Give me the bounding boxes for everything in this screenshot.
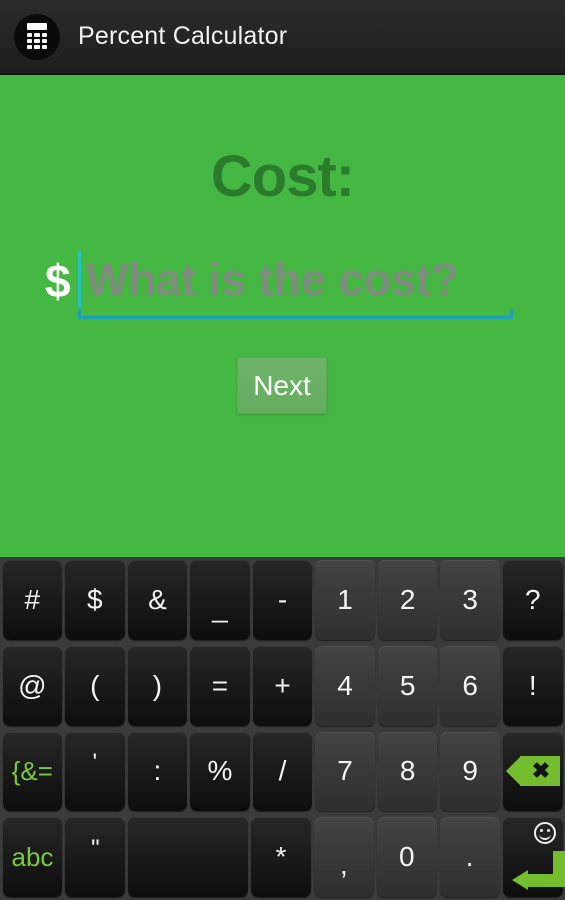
key-hyphen[interactable]: - — [252, 560, 313, 640]
key-label: 7 — [337, 755, 353, 787]
key-label: . — [465, 841, 474, 873]
key-label: 2 — [399, 583, 416, 615]
key-1[interactable]: 1 — [315, 560, 375, 640]
key-label: , — [340, 849, 348, 881]
key-label: - — [277, 583, 288, 615]
key-asterisk[interactable]: * — [251, 817, 311, 897]
key-symbols-page[interactable]: {&= — [2, 731, 63, 812]
key-5[interactable]: 5 — [377, 645, 438, 726]
emoji-icon[interactable] — [533, 822, 556, 845]
key-label: 4 — [337, 669, 353, 701]
keyboard-row: @ () = +4 5 6! — [0, 643, 565, 729]
key-label: 9 — [462, 755, 478, 787]
key-enter[interactable] — [502, 817, 565, 897]
enter-icon — [511, 851, 565, 890]
key-8[interactable]: 8 — [377, 731, 438, 812]
on-screen-keyboard: # $ & _ - 1 2 3? @ () = +4 5 6! {&= ':% / 7 8 9 ✖ abc " *, 0. — [0, 557, 565, 900]
key-label: = — [211, 669, 229, 701]
key-comma[interactable]: , — [313, 817, 374, 897]
title-bar: Percent Calculator — [0, 0, 565, 75]
keyboard-row: abc " *, 0. — [0, 814, 565, 900]
key-exclamation[interactable]: ! — [503, 645, 563, 726]
key-2[interactable]: 2 — [377, 560, 438, 640]
key-label: abc — [11, 841, 54, 872]
key-period[interactable]: . — [439, 817, 500, 897]
key-apostrophe[interactable]: ' — [65, 731, 125, 812]
key-label: * — [275, 841, 287, 873]
key-abc-page[interactable]: abc — [2, 817, 63, 897]
cost-input[interactable]: What is the cost? — [78, 247, 513, 319]
key-space[interactable] — [128, 817, 249, 897]
text-caret — [78, 251, 81, 307]
key-ampersand[interactable]: & — [127, 560, 188, 640]
key-plus[interactable]: + — [252, 645, 313, 726]
input-underline — [78, 309, 513, 319]
key-3[interactable]: 3 — [440, 560, 500, 640]
app-screen: Percent Calculator Cost: $ What is the c… — [0, 0, 565, 900]
key-hash[interactable]: # — [2, 560, 63, 640]
key-label: & — [148, 583, 167, 615]
key-label: 3 — [462, 583, 478, 615]
key-4[interactable]: 4 — [315, 645, 375, 726]
key-label: ! — [528, 669, 537, 701]
key-label: ' — [92, 749, 98, 777]
calculator-icon — [14, 13, 60, 60]
key-quote[interactable]: " — [65, 817, 126, 897]
key-label: ) — [152, 669, 163, 701]
key-label: 6 — [462, 669, 478, 701]
key-label: 0 — [399, 841, 415, 873]
key-label: 1 — [337, 583, 353, 615]
key-label: {&= — [11, 755, 53, 786]
key-label: ? — [524, 583, 541, 615]
key-at[interactable]: @ — [2, 645, 63, 726]
key-dollar[interactable]: $ — [65, 560, 125, 640]
key-label: _ — [212, 591, 228, 623]
key-paren-close[interactable]: ) — [127, 645, 188, 726]
key-backspace[interactable]: ✖ — [503, 731, 563, 812]
key-colon[interactable]: : — [127, 731, 188, 812]
key-slash[interactable]: / — [252, 731, 313, 812]
key-paren-open[interactable]: ( — [65, 645, 125, 726]
key-percent[interactable]: % — [190, 731, 250, 812]
key-label: $ — [87, 583, 103, 615]
key-7[interactable]: 7 — [315, 731, 375, 812]
cost-field-row: $ What is the cost? — [0, 247, 565, 319]
next-button[interactable]: Next — [237, 357, 327, 414]
currency-symbol: $ — [45, 255, 71, 307]
app-title: Percent Calculator — [78, 22, 288, 50]
key-6[interactable]: 6 — [440, 645, 500, 726]
key-label: / — [278, 755, 287, 787]
cost-input-placeholder: What is the cost? — [86, 254, 459, 305]
key-9[interactable]: 9 — [440, 731, 500, 812]
key-label: : — [153, 755, 162, 787]
key-label: @ — [18, 669, 47, 701]
key-label: % — [207, 755, 233, 787]
key-label: # — [24, 583, 41, 615]
keyboard-row: # $ & _ - 1 2 3? — [0, 557, 565, 643]
main-content: Cost: $ What is the cost? Next — [0, 75, 565, 557]
key-underscore[interactable]: _ — [190, 560, 250, 640]
keyboard-row: {&= ':% / 7 8 9 ✖ — [0, 729, 565, 815]
key-label: 5 — [399, 669, 416, 701]
key-label: + — [274, 669, 291, 701]
key-label: ( — [90, 669, 100, 701]
key-question[interactable]: ? — [503, 560, 563, 640]
key-label: " — [91, 835, 100, 863]
key-0[interactable]: 0 — [376, 817, 437, 897]
backspace-icon: ✖ — [505, 756, 560, 787]
page-title: Cost: — [210, 144, 355, 209]
key-label: 8 — [399, 755, 416, 787]
key-equals[interactable]: = — [190, 645, 250, 726]
